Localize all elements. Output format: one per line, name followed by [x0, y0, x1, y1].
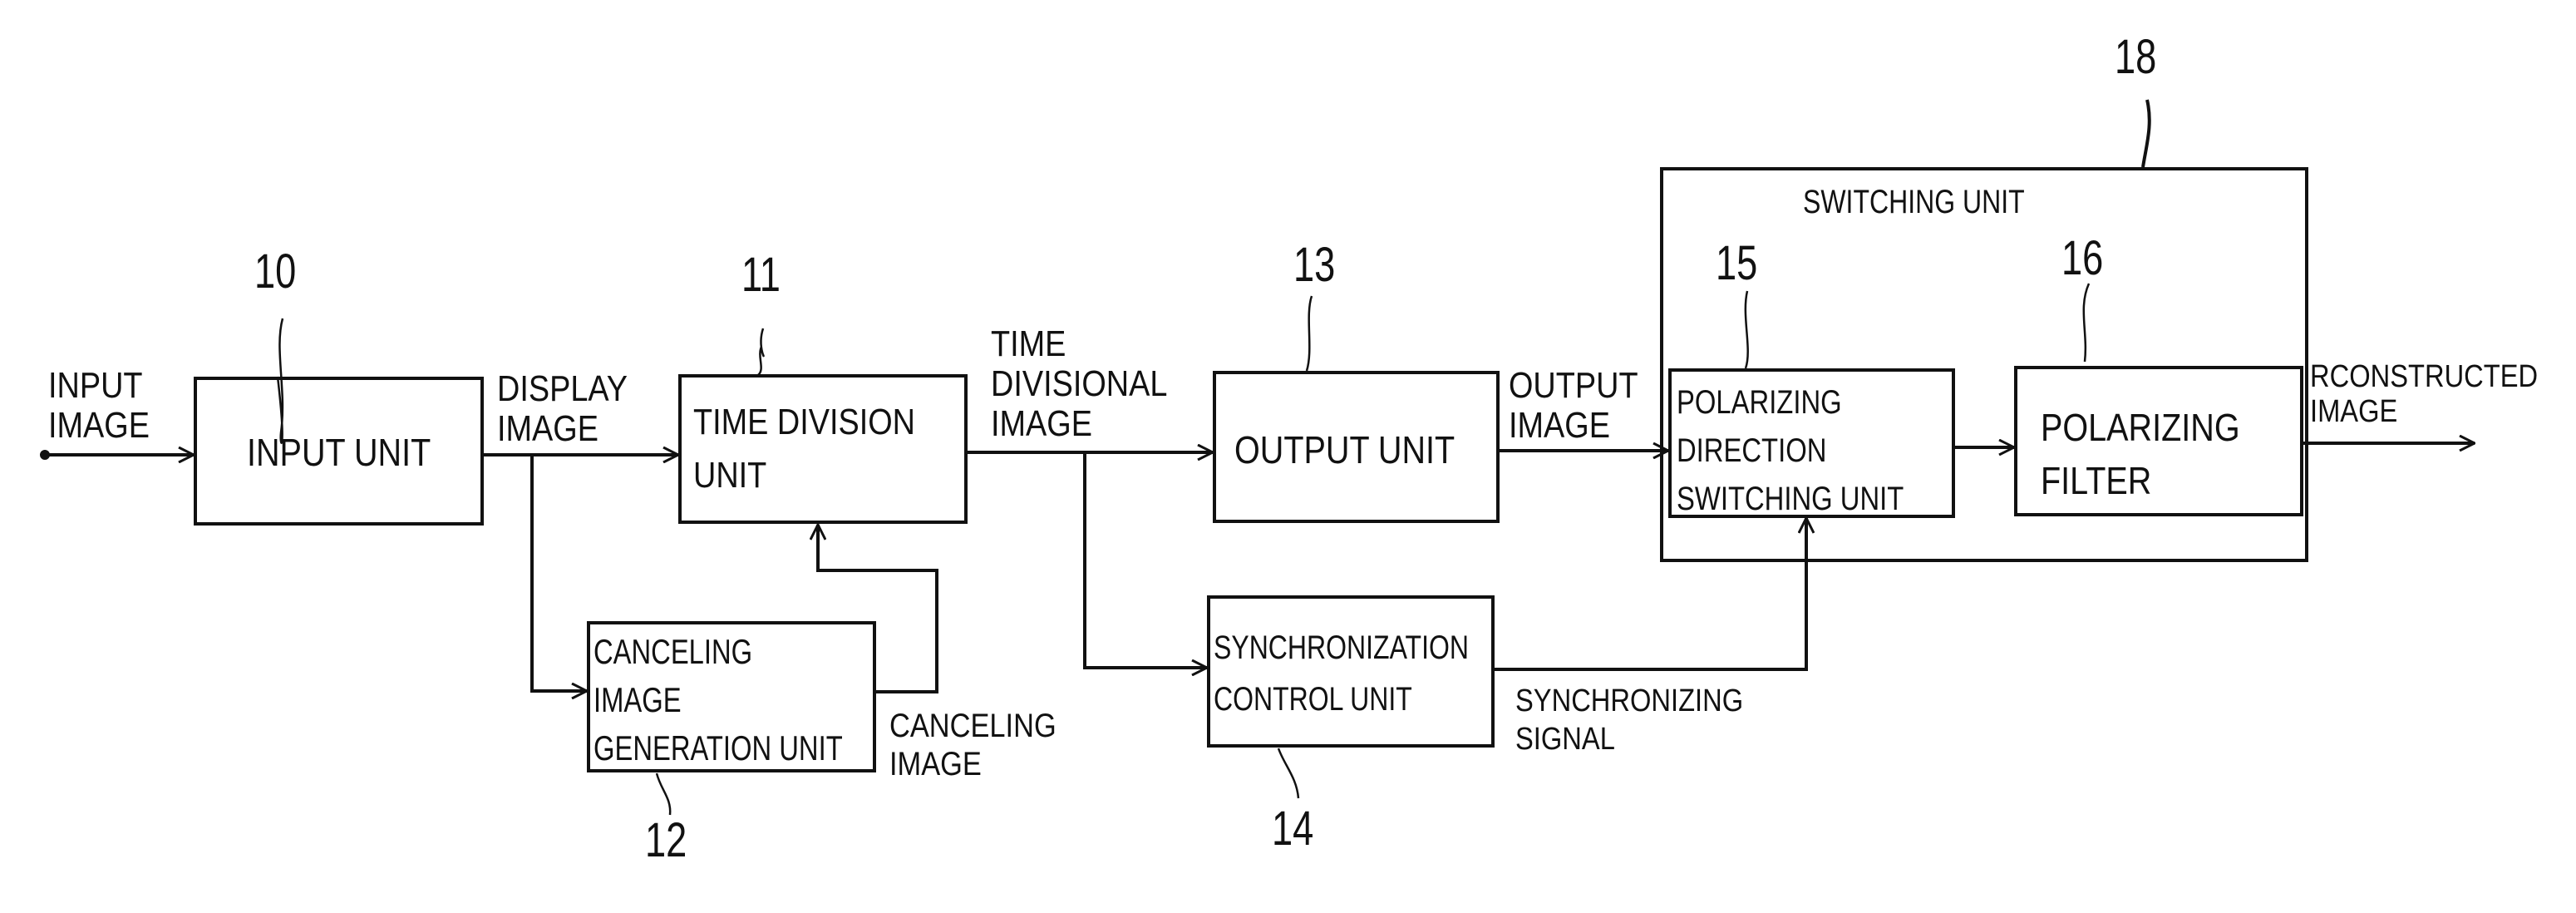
leader-line-14 — [1277, 748, 1300, 799]
canceling-image-generation-unit-block: CANCELING IMAGE GENERATION UNIT — [587, 621, 876, 772]
switching-unit-label: SWITCHING UNIT — [1803, 184, 2025, 220]
leader-line-11 — [757, 328, 765, 376]
ref-numeral-15: 15 — [1716, 236, 1758, 290]
ref-numeral-11: 11 — [741, 248, 781, 302]
leader-line-18 — [2141, 99, 2151, 168]
ref-numeral-12: 12 — [645, 813, 687, 867]
polarizing-direction-switching-unit-label: POLARIZING DIRECTION SWITCHING UNIT — [1677, 384, 1904, 517]
signal-label-canceling-image: CANCELING IMAGE — [889, 708, 1057, 782]
output-unit-block: OUTPUT UNIT — [1213, 371, 1500, 523]
signal-label-reconstructed-image: RCONSTRUCTED IMAGE — [2310, 359, 2539, 429]
ref-numeral-14: 14 — [1272, 802, 1314, 856]
ref-numeral-16: 16 — [2061, 231, 2104, 285]
input-terminal-dot — [40, 450, 50, 460]
signal-label-display-image: DISPLAY IMAGE — [497, 368, 628, 449]
polarizing-filter-label: POLARIZING FILTER — [2041, 406, 2240, 502]
polarizing-direction-switching-unit-block: POLARIZING DIRECTION SWITCHING UNIT — [1668, 368, 1955, 518]
polarizing-filter-block: POLARIZING FILTER — [2014, 366, 2303, 516]
output-unit-label: OUTPUT UNIT — [1234, 428, 1455, 471]
signal-label-output-image: OUTPUT IMAGE — [1509, 365, 1638, 446]
synchronization-control-unit-label: SYNCHRONIZATION CONTROL UNIT — [1214, 629, 1469, 718]
ref-numeral-18: 18 — [2115, 30, 2157, 84]
signal-label-input-image: INPUT IMAGE — [48, 365, 150, 446]
time-division-unit-label: TIME DIVISION UNIT — [693, 402, 916, 496]
ref-numeral-10: 10 — [254, 244, 297, 299]
ref-numeral-13: 13 — [1293, 238, 1336, 292]
signal-label-time-divisional-image: TIME DIVISIONAL IMAGE — [991, 323, 1168, 444]
leader-line-13 — [1305, 295, 1313, 372]
canceling-image-generation-unit-label: CANCELING IMAGE GENERATION UNIT — [594, 632, 843, 767]
arrow-to-sync-control — [1083, 452, 1207, 668]
input-unit-block: INPUT UNIT — [194, 377, 484, 526]
arrow-display-to-canceling — [530, 455, 587, 691]
time-division-unit-block: TIME DIVISION UNIT — [678, 374, 968, 524]
leader-line-12 — [655, 772, 672, 816]
synchronization-control-unit-block: SYNCHRONIZATION CONTROL UNIT — [1207, 595, 1495, 748]
signal-label-synchronizing-signal: SYNCHRONIZING SIGNAL — [1515, 684, 1744, 757]
input-unit-label: INPUT UNIT — [247, 431, 431, 474]
